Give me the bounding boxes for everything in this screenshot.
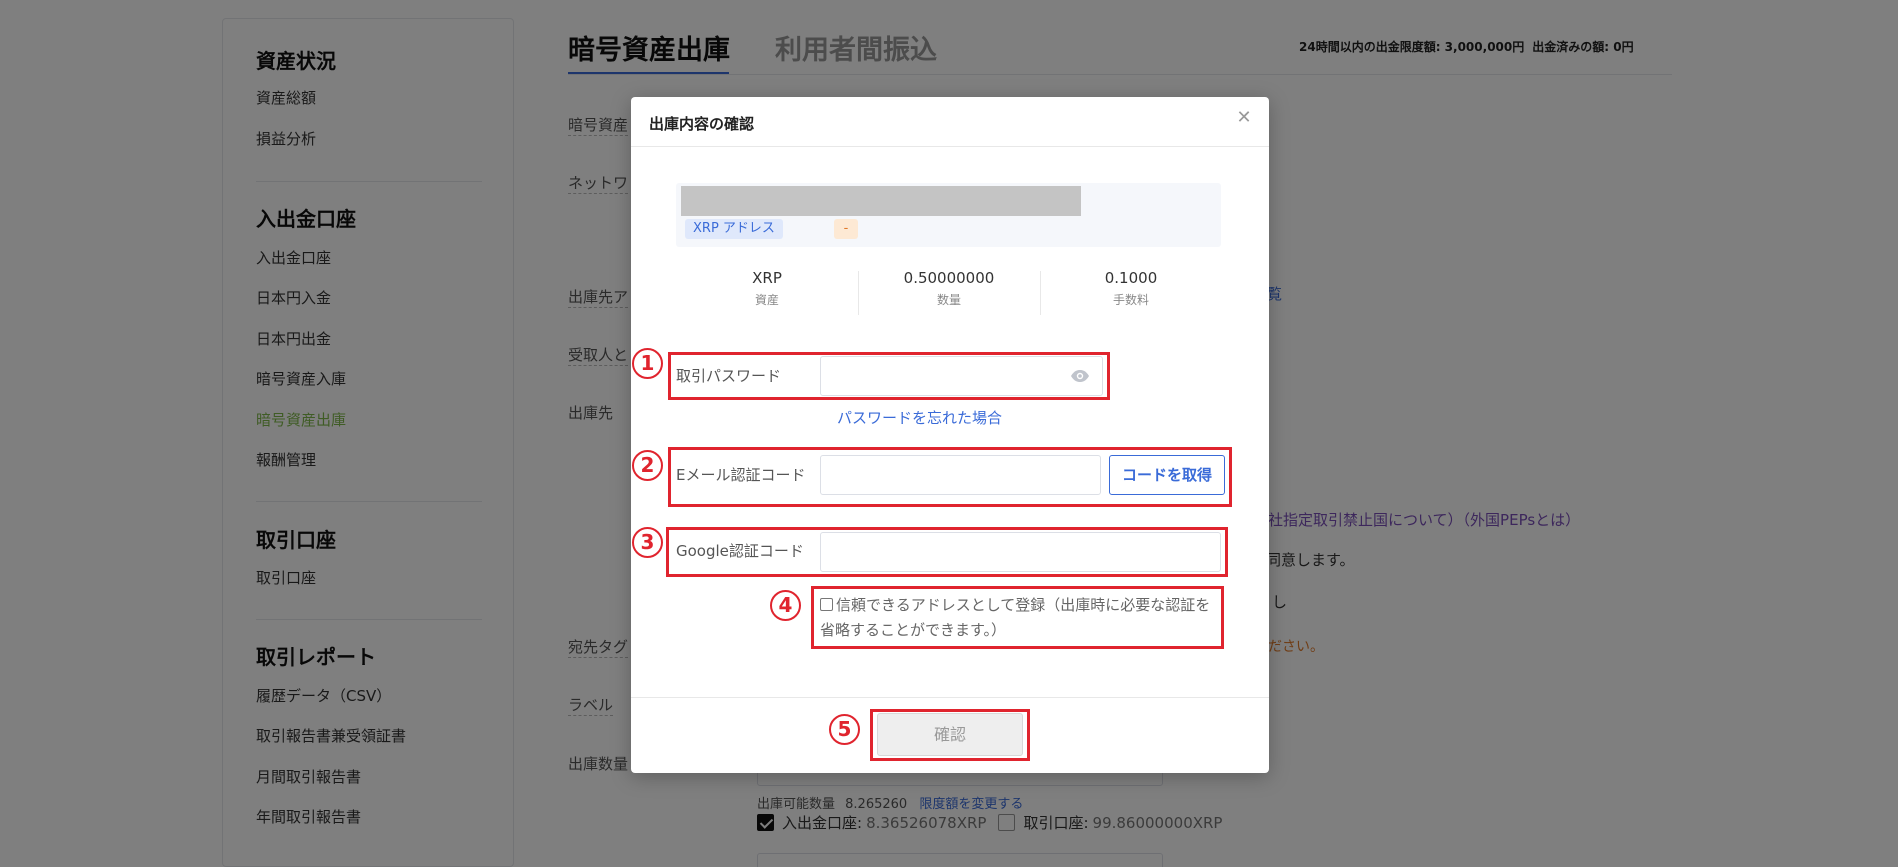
stat-amount-label: 数量 [936,293,961,307]
annotation-box-2 [668,447,1232,507]
stat-amount: 0.50000000 数量 [858,269,1040,308]
withdrawal-stats: XRP 資産 0.50000000 数量 0.1000 手数料 [676,269,1221,317]
annotation-badge-4: 4 [770,590,801,621]
stat-fee-value: 0.1000 [1104,269,1158,287]
stat-asset-label: 資産 [754,293,779,307]
annotation-box-4 [811,586,1224,649]
confirm-withdrawal-modal: 出庫内容の確認 ✕ XRP アドレス - XRP 資産 0.50000000 数… [631,97,1269,773]
stat-asset-value: XRP [752,269,782,287]
stat-fee: 0.1000 手数料 [1040,269,1222,308]
annotation-box-1 [668,352,1110,400]
annotation-badge-2: 2 [632,450,663,481]
address-redacted [681,186,1081,216]
annotation-badge-3: 3 [632,527,663,558]
stat-amount-value: 0.50000000 [903,269,995,287]
annotation-box-5 [870,709,1030,761]
modal-header: 出庫内容の確認 ✕ [631,97,1269,147]
annotation-badge-1: 1 [632,348,663,379]
close-icon[interactable]: ✕ [1234,108,1254,128]
stat-asset: XRP 資産 [676,269,858,308]
address-summary: XRP アドレス - [676,183,1221,247]
forgot-password-link[interactable]: パスワードを忘れた場合 [837,407,1002,428]
modal-title: 出庫内容の確認 [649,115,755,133]
annotation-box-3 [666,527,1228,577]
address-type-badge: XRP アドレス [685,219,783,239]
stat-fee-label: 手数料 [1112,293,1149,307]
address-dest-tag-badge: - [834,219,858,239]
annotation-badge-5: 5 [829,714,860,745]
